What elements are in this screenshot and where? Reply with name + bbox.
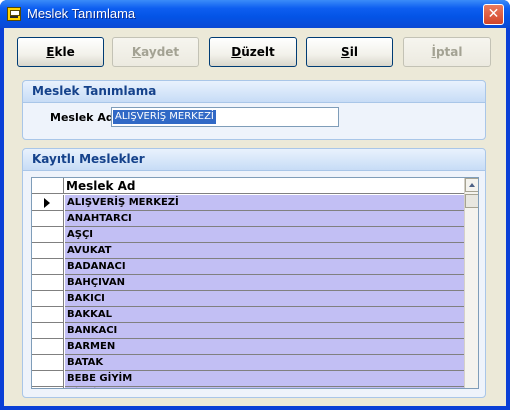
scroll-thumb[interactable] [465, 194, 478, 208]
current-row-arrow-icon [44, 198, 50, 208]
row-indicator-cell[interactable] [32, 387, 64, 388]
row-indicator-cell[interactable] [32, 371, 64, 387]
table-row[interactable]: BARMEN [32, 339, 464, 355]
meslek-adi-input[interactable]: ALIŞVERİŞ MERKEZİ [111, 107, 339, 127]
table-row[interactable]: AVUKAT [32, 243, 464, 259]
vertical-scrollbar[interactable] [464, 178, 478, 388]
table-row[interactable]: BAKICI [32, 291, 464, 307]
meslek-form-group: Meslek Tanımlama Meslek Adı: ALIŞVERİŞ M… [22, 80, 486, 140]
ekle-button[interactable]: Ekle [17, 37, 104, 67]
close-button[interactable]: ✕ [483, 4, 504, 25]
table-row[interactable]: BATAK [32, 355, 464, 371]
table-row[interactable]: AŞÇI [32, 227, 464, 243]
table-row[interactable]: BADANACI [32, 259, 464, 275]
client-area: Ekle Kaydet Düzelt Sil İptal Meslek Tanı… [4, 28, 506, 406]
meslek-ad-cell[interactable]: BATAK [65, 355, 464, 371]
window: Meslek Tanımlama ✕ Ekle Kaydet Düzelt Si… [0, 0, 510, 410]
row-indicator-cell[interactable] [32, 355, 64, 371]
table-row[interactable]: ALIŞVERİŞ MERKEZİ [32, 195, 464, 211]
meslek-ad-cell[interactable]: BAKICI [65, 291, 464, 307]
row-indicator-cell[interactable] [32, 291, 64, 307]
table-row[interactable]: BAKKAL [32, 307, 464, 323]
title-bar[interactable]: Meslek Tanımlama ✕ [0, 0, 510, 28]
row-indicator-cell[interactable] [32, 211, 64, 227]
meslek-ad-cell[interactable]: ALIŞVERİŞ MERKEZİ [65, 195, 464, 211]
row-indicator-cell[interactable] [32, 259, 64, 275]
meslek-ad-cell[interactable]: BİLGİSAYAR PROGRAMCISI [65, 387, 464, 388]
meslek-ad-cell[interactable]: BARMEN [65, 339, 464, 355]
meslek-ad-cell[interactable]: ANAHTARCI [65, 211, 464, 227]
row-indicator-cell[interactable] [32, 307, 64, 323]
kaydet-button[interactable]: Kaydet [112, 37, 199, 67]
meslek-list-group: Kayıtlı Meslekler Meslek Ad ALIŞVERİŞ ME… [22, 148, 486, 398]
form-group-title: Meslek Tanımlama [23, 81, 485, 103]
duzelt-button[interactable]: Düzelt [209, 37, 297, 67]
scroll-up-arrow-icon[interactable] [465, 178, 478, 192]
meslek-ad-cell[interactable]: AVUKAT [65, 243, 464, 259]
meslek-ad-cell[interactable]: BANKACI [65, 323, 464, 339]
row-indicator-cell[interactable] [32, 339, 64, 355]
table-row[interactable]: BİLGİSAYAR PROGRAMCISI [32, 387, 464, 388]
row-indicator-cell[interactable] [32, 275, 64, 291]
meslek-ad-cell[interactable]: BEBE GİYİM [65, 371, 464, 387]
list-group-title: Kayıtlı Meslekler [23, 149, 485, 171]
meslek-adi-value: ALIŞVERİŞ MERKEZİ [113, 110, 216, 124]
meslek-ad-cell[interactable]: BADANACI [65, 259, 464, 275]
row-indicator-cell[interactable] [32, 323, 64, 339]
window-title: Meslek Tanımlama [27, 6, 136, 21]
sil-button[interactable]: Sil [306, 37, 393, 67]
app-icon [7, 7, 21, 21]
meslek-grid[interactable]: Meslek Ad ALIŞVERİŞ MERKEZİ ANAHTARCI AŞÇI… [31, 177, 479, 389]
table-row[interactable]: BAHÇIVAN [32, 275, 464, 291]
row-indicator-cell[interactable] [32, 243, 64, 259]
header-indicator-cell [32, 178, 64, 194]
row-indicator-cell[interactable] [32, 227, 64, 243]
meslek-ad-cell[interactable]: AŞÇI [65, 227, 464, 243]
meslek-ad-cell[interactable]: BAHÇIVAN [65, 275, 464, 291]
iptal-button[interactable]: İptal [403, 37, 491, 67]
grid-header: Meslek Ad [32, 178, 464, 194]
table-row[interactable]: BEBE GİYİM [32, 371, 464, 387]
meslek-ad-cell[interactable]: BAKKAL [65, 307, 464, 323]
row-indicator-cell[interactable] [32, 195, 64, 211]
column-header-meslek-ad[interactable]: Meslek Ad [66, 179, 136, 193]
table-row[interactable]: ANAHTARCI [32, 211, 464, 227]
table-row[interactable]: BANKACI [32, 323, 464, 339]
